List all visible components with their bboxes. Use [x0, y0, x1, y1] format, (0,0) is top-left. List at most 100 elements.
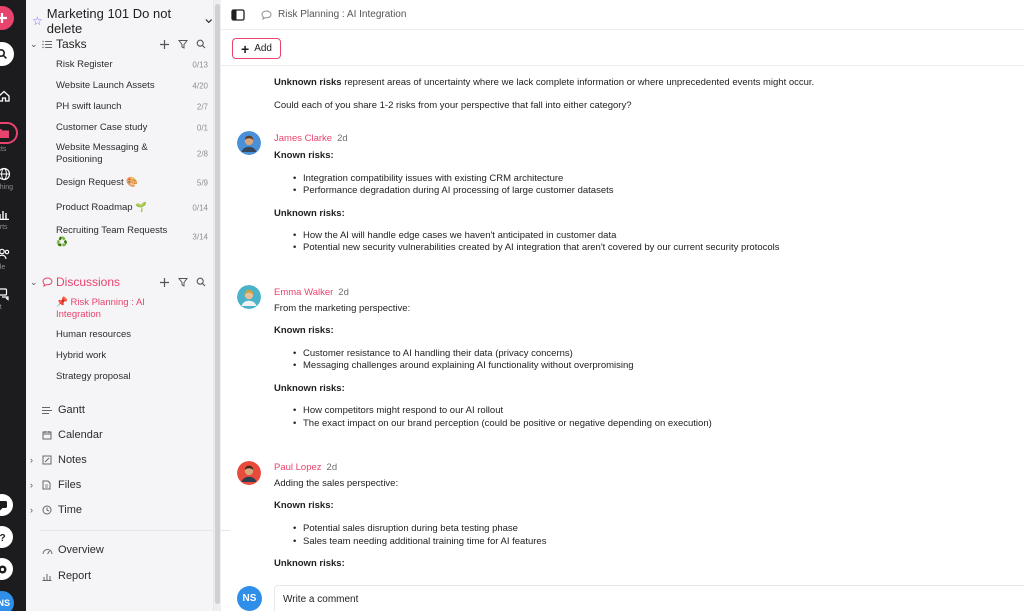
help-button[interactable]: ?: [0, 526, 13, 548]
comment-input[interactable]: Write a comment: [274, 585, 1024, 611]
avatar[interactable]: [237, 131, 261, 155]
star-icon[interactable]: ☆: [32, 14, 43, 28]
post-timestamp: 2d: [326, 462, 338, 473]
task-list-item[interactable]: Design Request 🎨 5/9: [56, 177, 208, 189]
folder-icon: [0, 129, 9, 138]
task-list-label: Risk Register: [56, 59, 113, 70]
nav-report[interactable]: Report: [30, 570, 210, 582]
task-count: 5/9: [196, 178, 208, 188]
chevron-down-icon[interactable]: ⌄: [30, 39, 42, 50]
nav-overview[interactable]: Overview: [30, 544, 210, 556]
nav-gantt[interactable]: Gantt: [30, 404, 210, 416]
search-icon[interactable]: [196, 39, 206, 49]
clock-icon: [42, 505, 56, 515]
task-list-label: Customer Case study: [56, 122, 148, 133]
nav-label: Files: [58, 479, 82, 491]
add-button[interactable]: + Add: [232, 38, 281, 59]
nav-time[interactable]: › Time: [30, 504, 210, 516]
rail-label-chat: hat: [0, 304, 2, 311]
task-list-item[interactable]: Recruiting Team Requests ♻️ 3/14: [56, 225, 208, 249]
tasks-section-actions: [159, 39, 206, 50]
discussion-item[interactable]: Strategy proposal: [56, 371, 208, 383]
rail-projects[interactable]: [0, 122, 18, 144]
user-avatar[interactable]: NS: [0, 591, 14, 611]
task-list-item[interactable]: Risk Register 0/13: [56, 59, 208, 71]
author-name[interactable]: Paul Lopez: [274, 462, 322, 473]
post-timestamp: 2d: [338, 287, 349, 298]
bar-chart-icon: [0, 204, 14, 224]
chevron-right-icon[interactable]: ›: [30, 505, 42, 515]
sidebar-divider: [40, 530, 230, 531]
filter-icon[interactable]: [178, 39, 188, 49]
rail-label-reports: ports: [0, 224, 8, 231]
discussions-section-header[interactable]: ⌄ Discussions: [30, 275, 210, 289]
svg-text:?: ?: [0, 533, 5, 543]
gauge-icon: [42, 546, 56, 555]
task-list-item[interactable]: PH swift launch 2/7: [56, 101, 208, 113]
task-list-label-text: Recruiting Team Requests: [56, 225, 168, 236]
speech-bubble-icon: [261, 9, 272, 20]
nav-label: Report: [58, 570, 92, 582]
rail-label-everything: rything: [0, 184, 14, 191]
nav-label: Time: [58, 504, 83, 516]
nav-calendar[interactable]: Calendar: [30, 429, 210, 441]
tasks-section-title: Tasks: [56, 37, 87, 51]
avatar[interactable]: [237, 285, 261, 309]
discussion-item-active[interactable]: 📌 Risk Planning : AI Integration: [56, 297, 208, 321]
post-intro: Adding the sales perspective:: [274, 478, 399, 489]
help-icon: ?: [0, 533, 5, 543]
nav-notes[interactable]: › Notes: [30, 454, 210, 466]
author-name[interactable]: James Clarke: [274, 133, 332, 144]
task-list-label: PH swift launch: [56, 101, 122, 112]
message-icon: [0, 500, 7, 510]
task-list-label: Website Messaging & Positioning: [56, 142, 148, 165]
messages-button[interactable]: [0, 494, 13, 516]
post-author: Emma Walker 2d: [274, 287, 349, 298]
chevron-right-icon[interactable]: ›: [30, 480, 42, 490]
task-count: 2/8: [196, 149, 208, 159]
discussions-section-title: Discussions: [56, 275, 121, 289]
palette-emoji-icon: 🎨: [126, 177, 139, 188]
workspace-title: Marketing 101 Do not delete: [46, 6, 172, 36]
sidebar-scrollbar-thumb[interactable]: [215, 4, 220, 604]
known-risks-heading: Known risks:: [274, 150, 334, 161]
create-button[interactable]: [0, 6, 14, 30]
rail-label-projects: jects: [0, 146, 7, 153]
task-list-item[interactable]: Website Launch Assets 4/20: [56, 80, 208, 92]
discussions-section-actions: [159, 277, 206, 288]
search-button[interactable]: [0, 42, 14, 66]
post-author: James Clarke 2d: [274, 133, 348, 144]
list-icon: [42, 40, 56, 49]
chevron-right-icon[interactable]: ›: [30, 455, 42, 465]
avatar[interactable]: [237, 461, 261, 485]
globe-icon: [0, 164, 14, 184]
search-icon[interactable]: [196, 277, 206, 287]
calendar-icon: [42, 430, 56, 440]
discussion-thread: Unknown risks represent areas of uncerta…: [221, 66, 1024, 611]
add-discussion-icon[interactable]: [159, 277, 170, 288]
workspace-switcher[interactable]: ☆ Marketing 101 Do not delete: [32, 6, 213, 36]
gear-icon: [0, 565, 6, 573]
toggle-sidebar-icon[interactable]: [231, 8, 245, 21]
task-list-item[interactable]: Website Messaging & Positioning 2/8: [56, 142, 208, 166]
author-name[interactable]: Emma Walker: [274, 287, 333, 298]
toolbar: + Add: [221, 30, 1024, 66]
task-count: 0/14: [192, 203, 208, 213]
file-icon: [42, 480, 56, 490]
discussion-item[interactable]: Hybrid work: [56, 350, 208, 362]
nav-files[interactable]: › Files: [30, 479, 210, 491]
task-list-item[interactable]: Product Roadmap 🌱 0/14: [56, 202, 208, 214]
filter-icon[interactable]: [178, 277, 188, 287]
add-button-label: Add: [254, 43, 272, 54]
discussion-item[interactable]: Human resources: [56, 329, 208, 341]
list-item: The exact impact on our brand perception…: [293, 418, 712, 429]
known-risks-heading: Known risks:: [274, 500, 334, 511]
chevron-down-icon[interactable]: ⌄: [30, 277, 42, 288]
comment-avatar: NS: [237, 586, 262, 611]
tasks-section-header[interactable]: ⌄ Tasks: [30, 37, 210, 51]
add-task-list-icon[interactable]: [159, 39, 170, 50]
task-list-item[interactable]: Customer Case study 0/1: [56, 122, 208, 134]
settings-button[interactable]: [0, 558, 13, 580]
list-item: Potential sales disruption during beta t…: [293, 523, 518, 534]
discussion-label: Hybrid work: [56, 350, 107, 361]
